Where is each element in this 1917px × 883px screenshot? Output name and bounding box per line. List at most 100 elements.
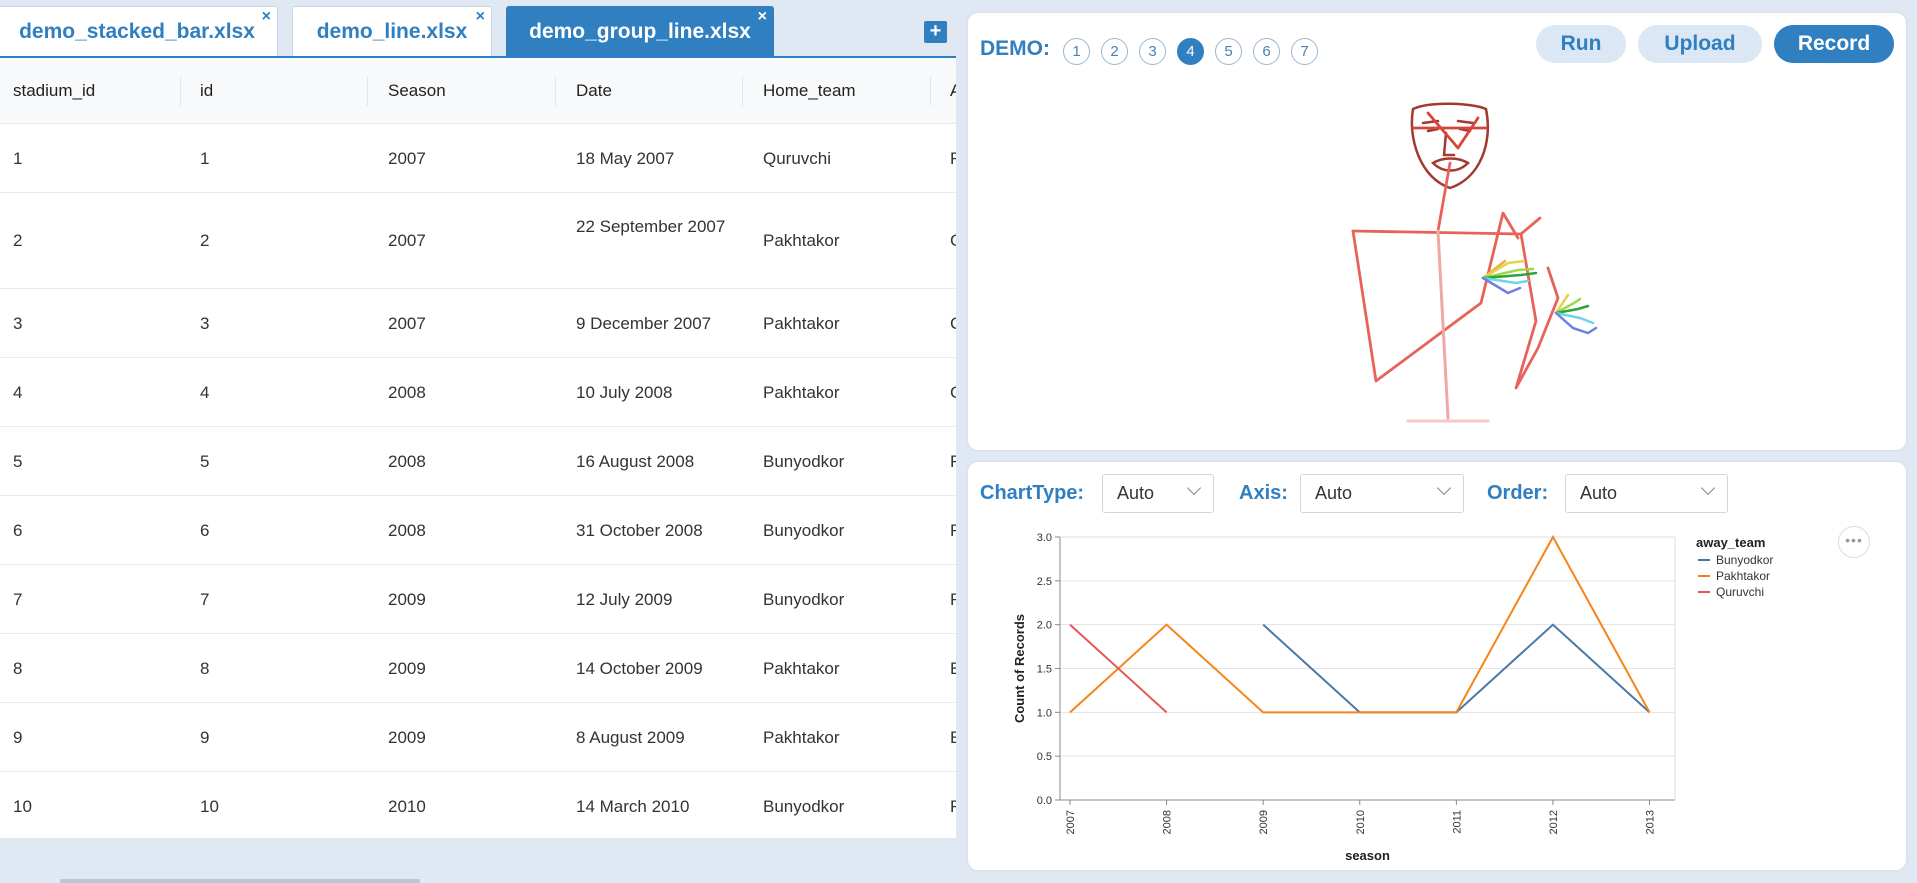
- table-cell[interactable]: 12 July 2009: [576, 590, 672, 610]
- table-cell[interactable]: 9: [200, 728, 209, 748]
- close-icon[interactable]: ×: [476, 8, 485, 26]
- table-cell[interactable]: 6: [200, 521, 209, 541]
- y-tick-label: 0.5: [1037, 751, 1052, 763]
- table-cell[interactable]: Bunyodkor: [763, 521, 844, 541]
- table-cell[interactable]: F: [950, 521, 956, 541]
- table-cell[interactable]: 2010: [388, 797, 426, 817]
- table-cell[interactable]: 18 May 2007: [576, 149, 674, 169]
- table-cell[interactable]: 2007: [388, 149, 426, 169]
- tab-label: demo_group_line.xlsx: [529, 19, 751, 43]
- table-row[interactable]: 1 1 2007 18 May 2007 Quruvchi F: [0, 124, 956, 193]
- y-tick-label: 1.5: [1037, 664, 1052, 676]
- horizontal-scrollbar[interactable]: [60, 879, 420, 883]
- tab-demo-stacked-bar[interactable]: demo_stacked_bar.xlsx ×: [0, 6, 278, 56]
- column-divider[interactable]: [367, 76, 368, 106]
- table-cell[interactable]: 16 August 2008: [576, 452, 694, 472]
- table-cell[interactable]: Pakhtakor: [763, 383, 840, 403]
- table-cell[interactable]: 8: [13, 659, 22, 679]
- tab-label: demo_stacked_bar.xlsx: [19, 19, 255, 43]
- table-cell[interactable]: C: [950, 231, 956, 251]
- table-cell[interactable]: 7: [13, 590, 22, 610]
- table-cell[interactable]: 2008: [388, 521, 426, 541]
- table-cell[interactable]: 5: [13, 452, 22, 472]
- table-cell[interactable]: 2009: [388, 659, 426, 679]
- close-icon[interactable]: ×: [262, 8, 271, 26]
- column-header[interactable]: Home_team: [763, 58, 856, 124]
- table-cell[interactable]: 6: [13, 521, 22, 541]
- table-cell[interactable]: E: [950, 659, 956, 679]
- close-icon[interactable]: ×: [758, 8, 767, 26]
- table-cell[interactable]: 2: [13, 231, 22, 251]
- column-header[interactable]: A: [950, 58, 956, 124]
- table-cell[interactable]: F: [950, 452, 956, 472]
- table-cell[interactable]: 2: [200, 231, 209, 251]
- table-cell[interactable]: 10: [13, 797, 32, 817]
- table-cell[interactable]: E: [950, 728, 956, 748]
- table-cell[interactable]: 22 September 2007: [576, 213, 736, 240]
- table-cell[interactable]: 2007: [388, 314, 426, 334]
- x-tick-label: 2012: [1548, 810, 1560, 834]
- pose-figure: [1351, 102, 1598, 423]
- table-cell[interactable]: 2008: [388, 383, 426, 403]
- table-cell[interactable]: Pakhtakor: [763, 659, 840, 679]
- table-row[interactable]: 6 6 2008 31 October 2008 Bunyodkor F: [0, 496, 956, 565]
- table-cell[interactable]: 5: [200, 452, 209, 472]
- column-header[interactable]: id: [200, 58, 213, 124]
- column-header[interactable]: Season: [388, 58, 446, 124]
- table-cell[interactable]: Quruvchi: [763, 149, 831, 169]
- table-cell[interactable]: 2008: [388, 452, 426, 472]
- table-cell[interactable]: 1: [13, 149, 22, 169]
- tab-demo-line[interactable]: demo_line.xlsx ×: [292, 6, 492, 56]
- table-cell[interactable]: 3: [13, 314, 22, 334]
- table-cell[interactable]: 4: [200, 383, 209, 403]
- table-cell[interactable]: 2007: [388, 231, 426, 251]
- table-cell[interactable]: C: [950, 383, 956, 403]
- column-divider[interactable]: [180, 76, 181, 106]
- legend-entry: Quruvchi: [1716, 585, 1764, 599]
- table-cell[interactable]: Bunyodkor: [763, 590, 844, 610]
- table-cell[interactable]: Pakhtakor: [763, 231, 840, 251]
- table-cell[interactable]: F: [950, 797, 956, 817]
- table-cell[interactable]: 2009: [388, 590, 426, 610]
- table-cell[interactable]: 14 March 2010: [576, 797, 689, 817]
- table-row[interactable]: 3 3 2007 9 December 2007 Pakhtakor C: [0, 289, 956, 358]
- table-cell[interactable]: Pakhtakor: [763, 728, 840, 748]
- table-cell[interactable]: 4: [13, 383, 22, 403]
- table-body: 1 1 2007 18 May 2007 Quruvchi F 2 2 2007 22 Septe…: [0, 124, 956, 838]
- table-cell[interactable]: Pakhtakor: [763, 314, 840, 334]
- table-row[interactable]: 4 4 2008 10 July 2008 Pakhtakor C: [0, 358, 956, 427]
- tab-demo-group-line[interactable]: demo_group_line.xlsx ×: [506, 6, 774, 56]
- table-cell[interactable]: 2009: [388, 728, 426, 748]
- column-divider[interactable]: [555, 76, 556, 106]
- legend-title: away_team: [1696, 535, 1765, 550]
- table-cell[interactable]: 9 December 2007: [576, 314, 711, 334]
- table-cell[interactable]: Bunyodkor: [763, 452, 844, 472]
- column-divider[interactable]: [742, 76, 743, 106]
- tab-label: demo_line.xlsx: [316, 19, 468, 43]
- table-cell[interactable]: F: [950, 590, 956, 610]
- column-header[interactable]: Date: [576, 58, 612, 124]
- table-cell[interactable]: 7: [200, 590, 209, 610]
- column-divider[interactable]: [930, 76, 931, 106]
- table-cell[interactable]: 10: [200, 797, 219, 817]
- table-cell[interactable]: C: [950, 314, 956, 334]
- table-cell[interactable]: Bunyodkor: [763, 797, 844, 817]
- table-row[interactable]: 8 8 2009 14 October 2009 Pakhtakor E: [0, 634, 956, 703]
- table-cell[interactable]: 10 July 2008: [576, 383, 672, 403]
- table-row[interactable]: 2 2 2007 22 September 2007 Pakhtakor C: [0, 193, 956, 289]
- table-row[interactable]: 9 9 2009 8 August 2009 Pakhtakor E: [0, 703, 956, 772]
- table-cell[interactable]: 1: [200, 149, 209, 169]
- table-cell[interactable]: 8 August 2009: [576, 728, 685, 748]
- table-row[interactable]: 5 5 2008 16 August 2008 Bunyodkor F: [0, 427, 956, 496]
- table-row[interactable]: 7 7 2009 12 July 2009 Bunyodkor F: [0, 565, 956, 634]
- column-header[interactable]: stadium_id: [13, 58, 95, 124]
- table-row[interactable]: 10 10 2010 14 March 2010 Bunyodkor F: [0, 772, 956, 838]
- table-cell[interactable]: 14 October 2009: [576, 659, 703, 679]
- table-cell[interactable]: 8: [200, 659, 209, 679]
- table-cell[interactable]: F: [950, 149, 956, 169]
- table-cell[interactable]: 3: [200, 314, 209, 334]
- data-table: stadium_id id Season Date Home_team A 11…: [0, 58, 956, 838]
- table-cell[interactable]: 9: [13, 728, 22, 748]
- add-tab-button[interactable]: +: [924, 21, 947, 43]
- table-cell[interactable]: 31 October 2008: [576, 521, 703, 541]
